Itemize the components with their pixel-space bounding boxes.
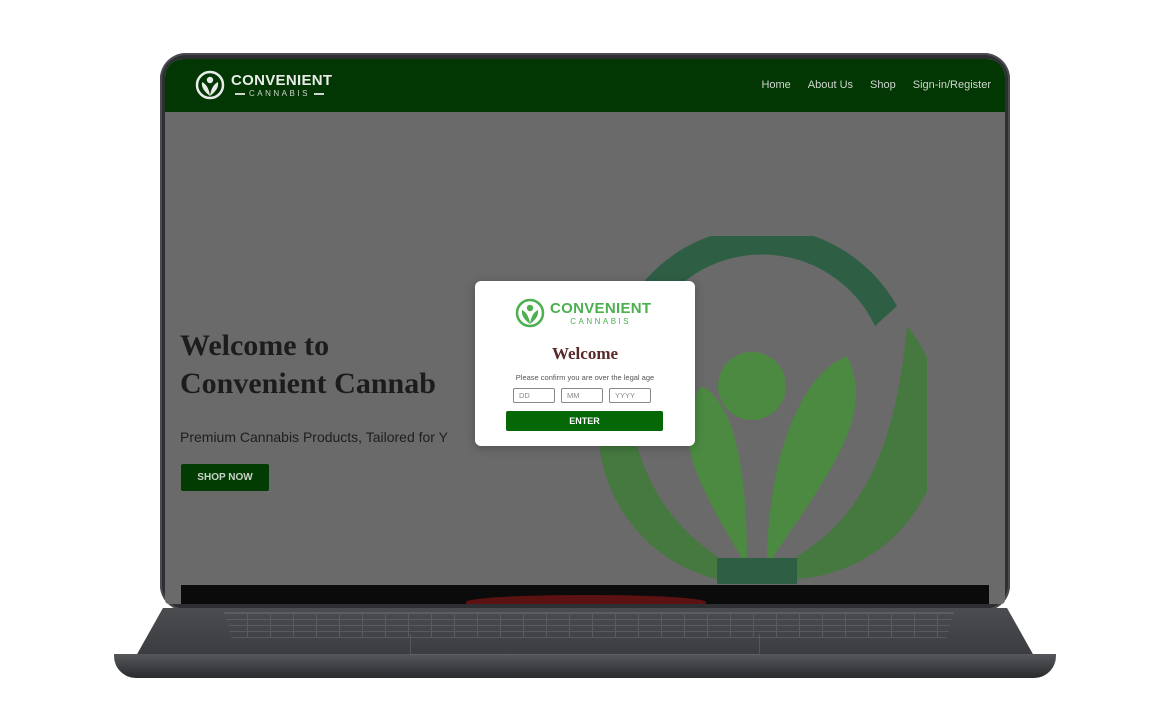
- cannabis-leaf-logo-icon: [195, 70, 225, 100]
- modal-brand-subtitle: CANNABIS: [570, 316, 632, 326]
- site-logo[interactable]: CONVENIENT CANNABIS: [195, 69, 332, 101]
- laptop-trackpad: [410, 634, 760, 655]
- day-input[interactable]: DD: [513, 388, 555, 403]
- age-verification-modal: CONVENIENT CANNABIS Welcome Please confi…: [475, 281, 695, 446]
- modal-title: Welcome: [551, 344, 619, 363]
- hero-subtitle: Premium Cannabis Products, Tailored for …: [180, 429, 448, 445]
- shop-now-button[interactable]: SHOP NOW: [181, 464, 269, 491]
- nav-link-home[interactable]: Home: [761, 79, 790, 91]
- site-navbar: CONVENIENT CANNABIS Home About Us Shop S…: [165, 59, 1005, 112]
- brand-name: CONVENIENT: [231, 71, 333, 89]
- brand-subtitle: CANNABIS: [231, 89, 332, 98]
- modal-logo: CONVENIENT CANNABIS: [515, 298, 651, 328]
- nav-link-about-us[interactable]: About Us: [808, 79, 853, 91]
- cannabis-leaf-logo-icon: [515, 298, 545, 328]
- laptop-screen: CONVENIENT CANNABIS Home About Us Shop S…: [165, 59, 1005, 604]
- modal-instructions: Please confirm you are over the legal ag…: [515, 373, 655, 382]
- year-input[interactable]: YYYY: [609, 388, 651, 403]
- month-input[interactable]: MM: [561, 388, 603, 403]
- birthdate-inputs: DD MM YYYY: [513, 388, 651, 403]
- nav-link-shop[interactable]: Shop: [870, 79, 896, 91]
- hero-title: Welcome to Convenient Cannab: [180, 329, 436, 400]
- nav-links: Home About Us Shop Sign-in/Register: [744, 79, 991, 91]
- next-section-banner: [181, 585, 989, 604]
- enter-button[interactable]: ENTER: [506, 411, 663, 431]
- modal-brand-name: CONVENIENT: [550, 299, 652, 317]
- nav-link-sign-in-register[interactable]: Sign-in/Register: [913, 79, 991, 91]
